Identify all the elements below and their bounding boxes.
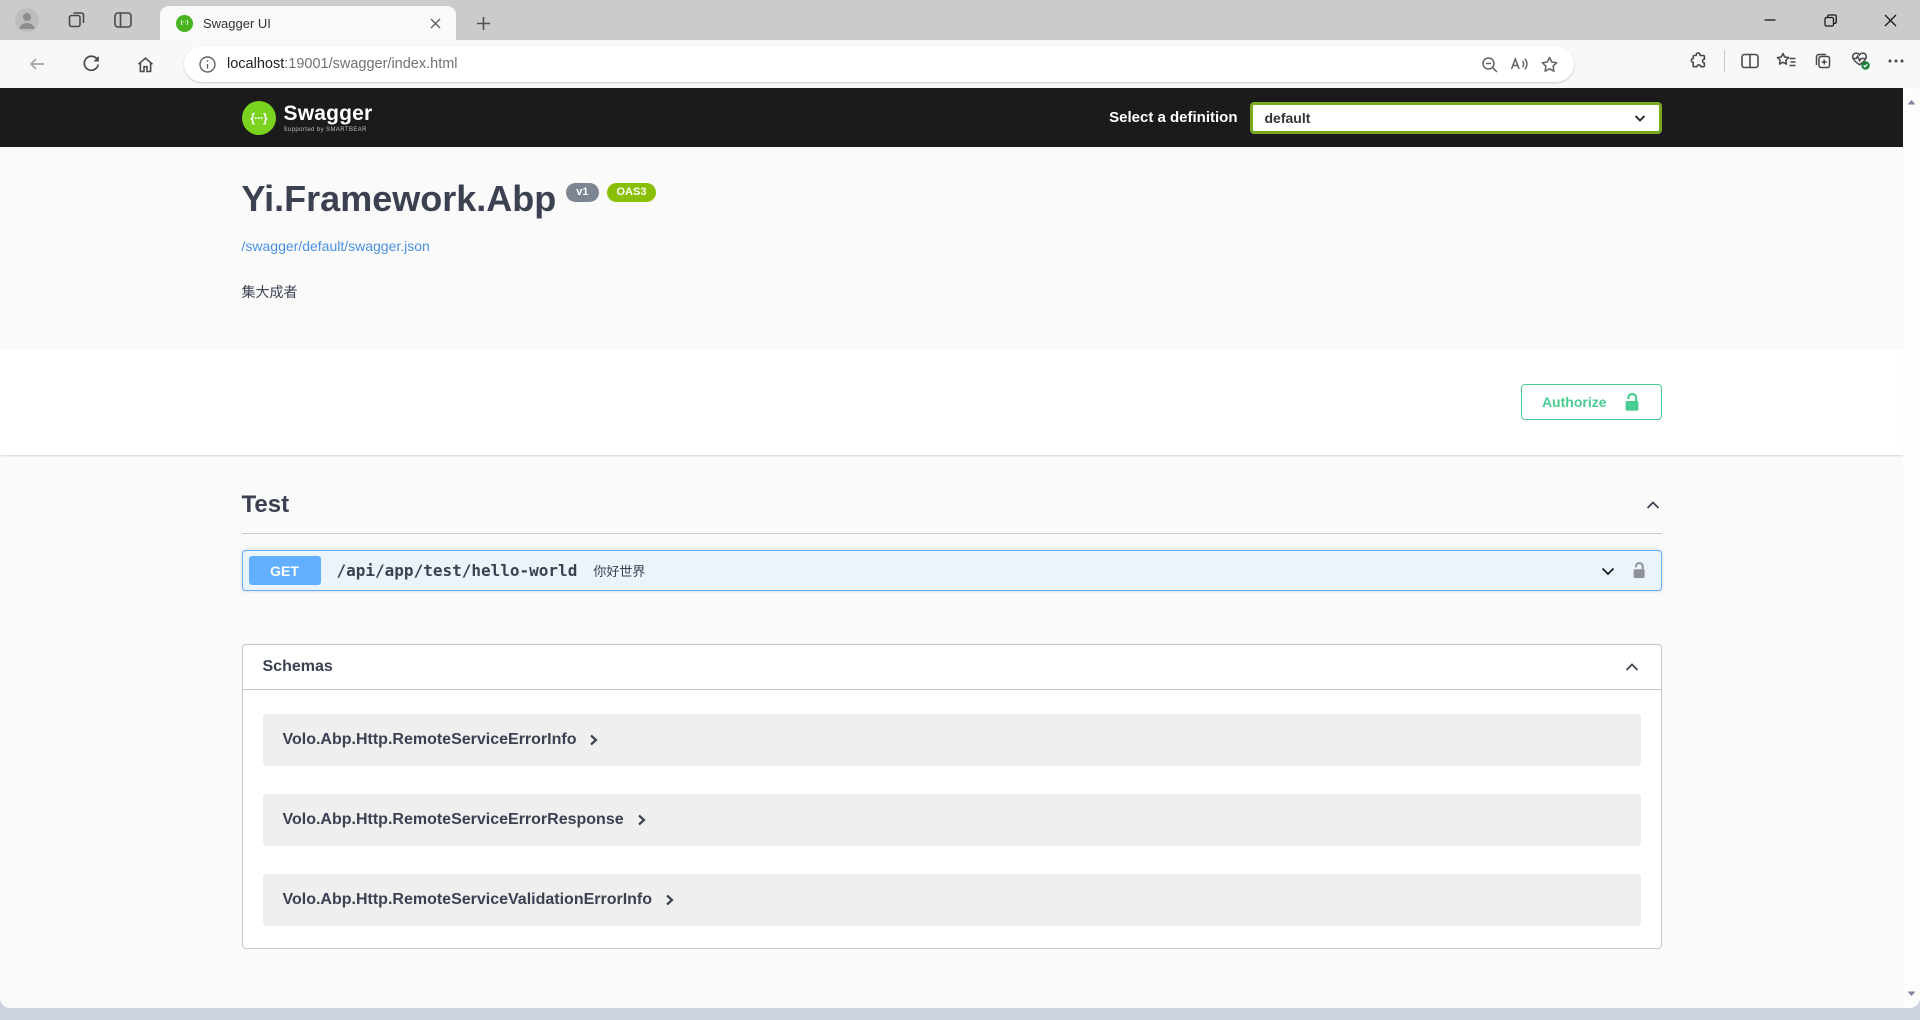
collapse-schemas-icon[interactable]	[1623, 658, 1641, 676]
toolbar-divider	[1724, 50, 1725, 72]
definition-select-label: Select a definition	[1109, 109, 1237, 126]
authorize-label: Authorize	[1542, 394, 1607, 410]
unlock-icon	[1623, 392, 1641, 412]
scheme-container: Authorize	[0, 349, 1903, 455]
swagger-logo-icon: {···}	[242, 101, 276, 135]
swagger-topbar: {···} Swagger Supported by SMARTBEAR Sel…	[0, 88, 1903, 147]
swagger-page: {···} Swagger Supported by SMARTBEAR Sel…	[0, 88, 1903, 1008]
model-row-remote-service-validation-error-info[interactable]: Volo.Abp.Http.RemoteServiceValidationErr…	[263, 874, 1641, 926]
api-info-section: Yi.Framework.Abp v1 OAS3 /swagger/defaul…	[0, 147, 1903, 349]
refresh-icon[interactable]	[78, 51, 104, 77]
oas3-badge: OAS3	[607, 183, 657, 202]
home-icon[interactable]	[132, 51, 158, 77]
model-row-remote-service-error-response[interactable]: Volo.Abp.Http.RemoteServiceErrorResponse	[263, 794, 1641, 846]
close-window-button[interactable]	[1860, 0, 1920, 40]
schemas-header[interactable]: Schemas	[243, 645, 1661, 690]
site-info-icon[interactable]	[198, 55, 217, 74]
settings-menu-icon[interactable]	[1886, 51, 1906, 71]
chevron-right-icon	[664, 893, 676, 907]
restore-button[interactable]	[1800, 0, 1860, 40]
browser-titlebar: {··} Swagger UI	[0, 0, 1920, 40]
operation-summary: 你好世界	[593, 561, 645, 580]
browser-tab-swagger-ui[interactable]: {··} Swagger UI	[160, 6, 456, 40]
swagger-logo[interactable]: {···} Swagger Supported by SMARTBEAR	[242, 101, 373, 135]
minimize-button[interactable]	[1740, 0, 1800, 40]
browser-essentials-icon[interactable]	[1848, 49, 1872, 72]
tab-actions-icon[interactable]	[110, 7, 136, 33]
operation-lock-icon[interactable]	[1631, 561, 1647, 580]
tab-close-icon[interactable]	[424, 12, 446, 34]
favorites-bar-icon[interactable]	[1775, 50, 1798, 72]
tag-header-test[interactable]: Test	[242, 479, 1662, 534]
expand-operation-icon[interactable]	[1599, 562, 1617, 580]
url-host: localhost	[227, 56, 284, 72]
api-title: Yi.Framework.Abp	[242, 181, 557, 217]
model-name: Volo.Abp.Http.RemoteServiceErrorResponse	[283, 811, 624, 829]
schemas-section: Schemas Volo.Abp.Http.RemoteServiceError…	[242, 644, 1662, 949]
schemas-title: Schemas	[263, 658, 333, 676]
swagger-logo-text: Swagger	[284, 103, 373, 124]
http-method-badge: GET	[249, 556, 321, 585]
page-scrollbar[interactable]	[1903, 88, 1920, 1008]
api-description: 集大成者	[242, 282, 1662, 302]
tab-title: Swagger UI	[203, 16, 424, 31]
workspaces-icon[interactable]	[64, 7, 90, 33]
collapse-tag-icon[interactable]	[1644, 496, 1662, 514]
definition-select[interactable]: default	[1250, 102, 1662, 134]
window-controls	[1740, 0, 1920, 40]
tag-title: Test	[242, 491, 290, 519]
collections-icon[interactable]	[1812, 50, 1834, 72]
address-bar[interactable]: localhost:19001/swagger/index.html	[184, 46, 1574, 82]
split-screen-icon[interactable]	[1739, 50, 1761, 72]
zoom-out-icon[interactable]	[1474, 49, 1504, 79]
model-name: Volo.Abp.Http.RemoteServiceValidationErr…	[283, 891, 653, 909]
favorite-star-icon[interactable]	[1534, 49, 1564, 79]
back-icon[interactable]	[24, 51, 50, 77]
browser-toolbar: localhost:19001/swagger/index.html	[0, 40, 1920, 88]
chevron-down-icon	[1633, 111, 1647, 125]
read-aloud-icon[interactable]	[1504, 49, 1534, 79]
web-content: {···} Swagger Supported by SMARTBEAR Sel…	[0, 88, 1920, 1008]
new-tab-button[interactable]	[470, 10, 496, 36]
swagger-logo-tagline: Supported by SMARTBEAR	[284, 127, 373, 133]
profile-avatar[interactable]	[14, 7, 40, 33]
swagger-favicon: {··}	[176, 15, 193, 32]
operations-section: Test GET /api/app/test/hello-world 你好世界	[242, 455, 1662, 949]
scroll-up-icon[interactable]	[1905, 96, 1918, 109]
authorize-button[interactable]: Authorize	[1521, 384, 1662, 420]
operation-get-hello-world[interactable]: GET /api/app/test/hello-world 你好世界	[242, 550, 1662, 591]
definition-selected-value: default	[1265, 110, 1633, 126]
spec-json-link[interactable]: /swagger/default/swagger.json	[242, 238, 430, 254]
url-text: localhost:19001/swagger/index.html	[227, 56, 1474, 72]
toolbar-right-icons	[1688, 49, 1906, 72]
operation-path: /api/app/test/hello-world	[337, 561, 578, 580]
chevron-right-icon	[588, 733, 600, 747]
chevron-right-icon	[636, 813, 648, 827]
scroll-down-icon[interactable]	[1905, 987, 1918, 1000]
model-row-remote-service-error-info[interactable]: Volo.Abp.Http.RemoteServiceErrorInfo	[263, 714, 1641, 766]
extensions-icon[interactable]	[1688, 50, 1710, 72]
model-name: Volo.Abp.Http.RemoteServiceErrorInfo	[283, 731, 577, 749]
version-badge: v1	[566, 183, 598, 202]
url-path: :19001/swagger/index.html	[284, 56, 457, 72]
